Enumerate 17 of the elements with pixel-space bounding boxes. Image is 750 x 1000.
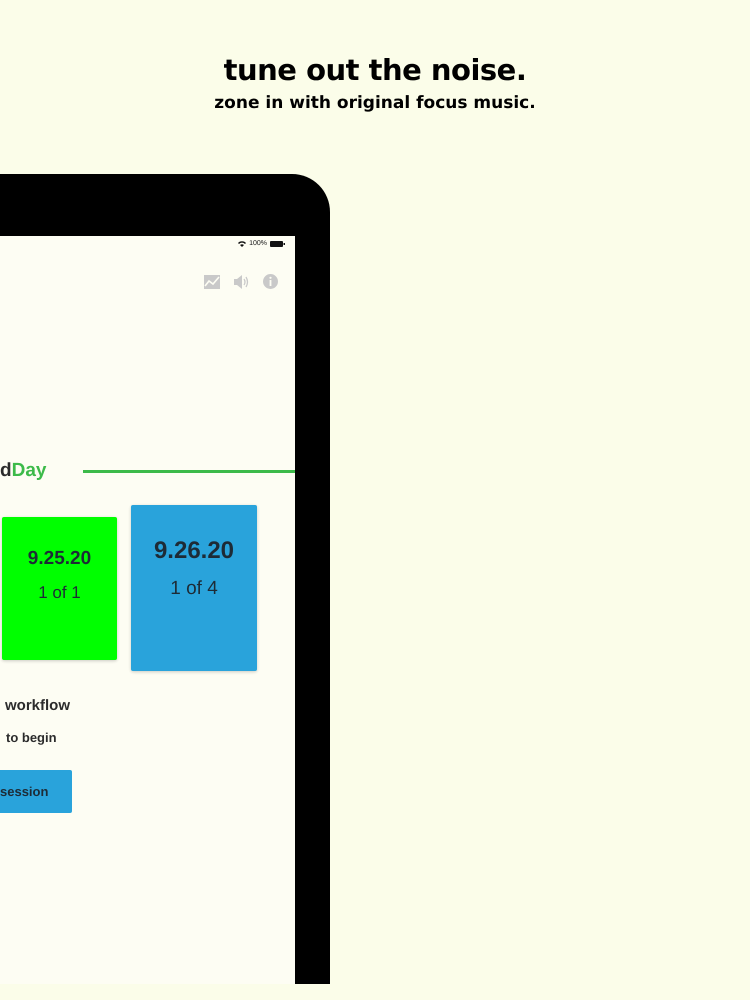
card-date: 9.26.20 — [154, 536, 234, 566]
speaker-icon[interactable] — [234, 274, 249, 288]
date-card[interactable]: 9.26.20 1 of 4 — [131, 505, 257, 671]
battery-icon — [270, 241, 285, 247]
app-logo: dDay — [0, 459, 46, 483]
card-count: 1 of 1 — [38, 582, 81, 604]
workflow-title: workflow — [5, 696, 70, 716]
wifi-icon — [238, 241, 246, 247]
workflow-hint: to begin — [6, 729, 57, 747]
start-session-button[interactable]: session — [0, 770, 72, 813]
card-count: 1 of 4 — [170, 577, 218, 601]
card-date: 9.25.20 — [28, 547, 92, 571]
info-icon[interactable] — [263, 274, 278, 289]
date-card[interactable]: 9.25.20 1 of 1 — [2, 517, 117, 660]
chart-icon[interactable] — [204, 274, 220, 288]
headline: tune out the noise. — [224, 53, 526, 87]
subheadline: zone in with original focus music. — [214, 93, 536, 113]
